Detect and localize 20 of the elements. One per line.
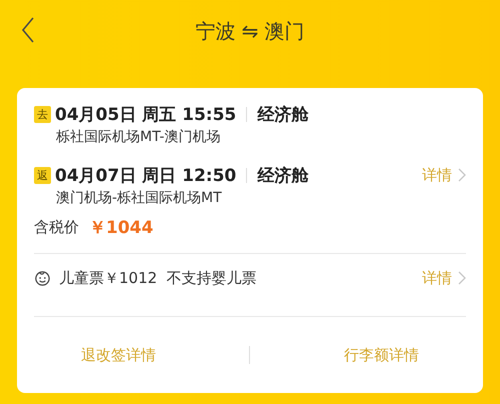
child-ticket-info: 儿童票￥1012 不支持婴儿票 bbox=[59, 268, 257, 288]
flight-datetime: 04月07日 周日 12:50 bbox=[55, 164, 236, 186]
footer-link[interactable]: 行李额详情 bbox=[344, 346, 420, 364]
details-link[interactable]: 详情 bbox=[422, 268, 466, 288]
back-icon[interactable] bbox=[21, 17, 35, 43]
chevron-icon bbox=[458, 168, 466, 182]
flight-route: 澳门机场-栎社国际机场MT bbox=[56, 189, 223, 207]
cabin-class: 经济舱 bbox=[257, 164, 308, 186]
flight-datetime: 04月05日 周五 15:55 bbox=[55, 104, 236, 126]
footer-link[interactable]: 退改签详情 bbox=[80, 346, 156, 364]
trip-badge: 返 bbox=[34, 166, 51, 184]
chevron-icon bbox=[458, 271, 466, 285]
price-label: 含税价 bbox=[34, 218, 79, 237]
details-link[interactable]: 详情 bbox=[422, 166, 466, 184]
cabin-class: 经济舱 bbox=[257, 104, 308, 126]
page-title: 宁波 ⇋ 澳门 bbox=[195, 18, 305, 44]
price-amount: ￥1044 bbox=[89, 217, 154, 239]
child-face-icon bbox=[34, 270, 51, 286]
trip-badge: 去 bbox=[34, 106, 51, 122]
flight-route: 栎社国际机场MT-澳门机场 bbox=[56, 128, 222, 146]
